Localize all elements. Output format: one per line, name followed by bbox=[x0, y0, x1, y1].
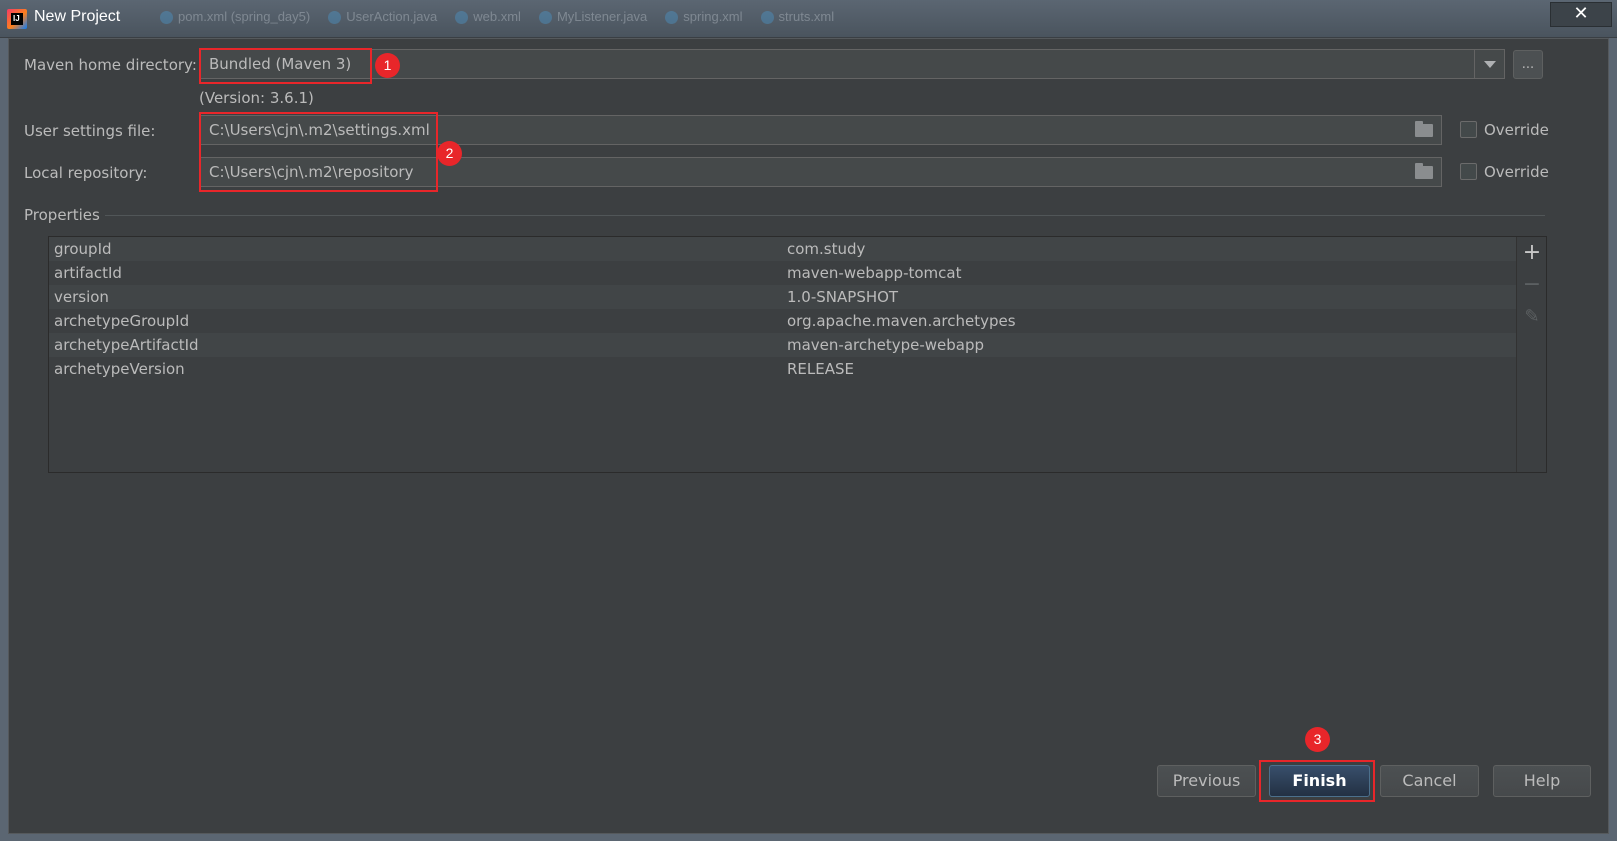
user-settings-label: User settings file: bbox=[24, 122, 156, 140]
background-tab: spring.xml bbox=[665, 9, 743, 31]
annotation-box-2 bbox=[199, 112, 438, 192]
table-row[interactable]: groupId com.study bbox=[49, 237, 1516, 261]
table-row[interactable]: archetypeArtifactId maven-archetype-weba… bbox=[49, 333, 1516, 357]
property-value: com.study bbox=[787, 240, 866, 258]
chevron-down-icon[interactable] bbox=[1474, 50, 1504, 78]
property-key: artifactId bbox=[54, 264, 122, 282]
property-value: RELEASE bbox=[787, 360, 854, 378]
cancel-button[interactable]: Cancel bbox=[1380, 765, 1479, 797]
annotation-box-1 bbox=[199, 48, 372, 84]
maven-home-label: Maven home directory: bbox=[24, 56, 197, 74]
property-value: maven-archetype-webapp bbox=[787, 336, 985, 354]
maven-version-text: (Version: 3.6.1) bbox=[199, 89, 314, 107]
help-button[interactable]: Help bbox=[1493, 765, 1591, 797]
background-tab: struts.xml bbox=[760, 9, 834, 31]
annotation-badge-1: 1 bbox=[375, 53, 400, 78]
background-tab: web.xml bbox=[455, 9, 521, 31]
window-close-button[interactable]: ✕ bbox=[1550, 2, 1612, 27]
background-tab: MyListener.java bbox=[538, 9, 647, 31]
window-frame-bottom bbox=[0, 834, 1617, 841]
remove-icon[interactable]: − bbox=[1522, 274, 1542, 296]
table-row[interactable]: archetypeGroupId org.apache.maven.archet… bbox=[49, 309, 1516, 333]
properties-title: Properties bbox=[24, 206, 100, 224]
window-frame-right bbox=[1609, 38, 1617, 841]
edit-icon[interactable]: ✎ bbox=[1522, 307, 1542, 327]
settings-override-checkbox[interactable] bbox=[1460, 121, 1477, 138]
properties-table: groupId com.study artifactId maven-webap… bbox=[48, 236, 1547, 473]
property-value: maven-webapp-tomcat bbox=[787, 264, 962, 282]
property-key: archetypeGroupId bbox=[54, 312, 190, 330]
background-tab: pom.xml (spring_day5) bbox=[160, 9, 310, 31]
new-project-dialog: Maven home directory: Bundled (Maven 3) … bbox=[8, 38, 1609, 834]
window-frame-left bbox=[0, 38, 8, 841]
property-key: groupId bbox=[54, 240, 112, 258]
folder-icon[interactable] bbox=[1415, 121, 1433, 137]
background-editor-tabs: pom.xml (spring_day5) UserAction.java we… bbox=[160, 9, 834, 31]
repository-override-checkbox[interactable] bbox=[1460, 163, 1477, 180]
table-row[interactable]: archetypeVersion RELEASE bbox=[49, 357, 1516, 381]
intellij-app-icon: IJ bbox=[7, 9, 27, 29]
table-row[interactable]: version 1.0-SNAPSHOT bbox=[49, 285, 1516, 309]
settings-override-label: Override bbox=[1484, 121, 1549, 139]
window-titlebar: IJ New Project pom.xml (spring_day5) Use… bbox=[0, 0, 1617, 38]
property-key: archetypeArtifactId bbox=[54, 336, 199, 354]
browse-maven-button[interactable]: ... bbox=[1513, 50, 1543, 79]
annotation-box-3 bbox=[1259, 760, 1375, 802]
properties-separator bbox=[105, 215, 1545, 216]
window-title: New Project bbox=[34, 8, 121, 25]
table-row[interactable]: artifactId maven-webapp-tomcat bbox=[49, 261, 1516, 285]
property-key: version bbox=[54, 288, 109, 306]
add-icon[interactable]: + bbox=[1522, 242, 1542, 264]
property-value: org.apache.maven.archetypes bbox=[787, 312, 1016, 330]
property-key: archetypeVersion bbox=[54, 360, 185, 378]
annotation-badge-2: 2 bbox=[437, 141, 462, 166]
table-toolbar: + − ✎ bbox=[1516, 237, 1546, 472]
previous-button[interactable]: Previous bbox=[1157, 765, 1256, 797]
property-value: 1.0-SNAPSHOT bbox=[787, 288, 899, 306]
background-tab: UserAction.java bbox=[328, 9, 437, 31]
folder-icon[interactable] bbox=[1415, 163, 1433, 179]
annotation-badge-3: 3 bbox=[1305, 727, 1330, 752]
repository-override-label: Override bbox=[1484, 163, 1549, 181]
local-repository-label: Local repository: bbox=[24, 164, 148, 182]
